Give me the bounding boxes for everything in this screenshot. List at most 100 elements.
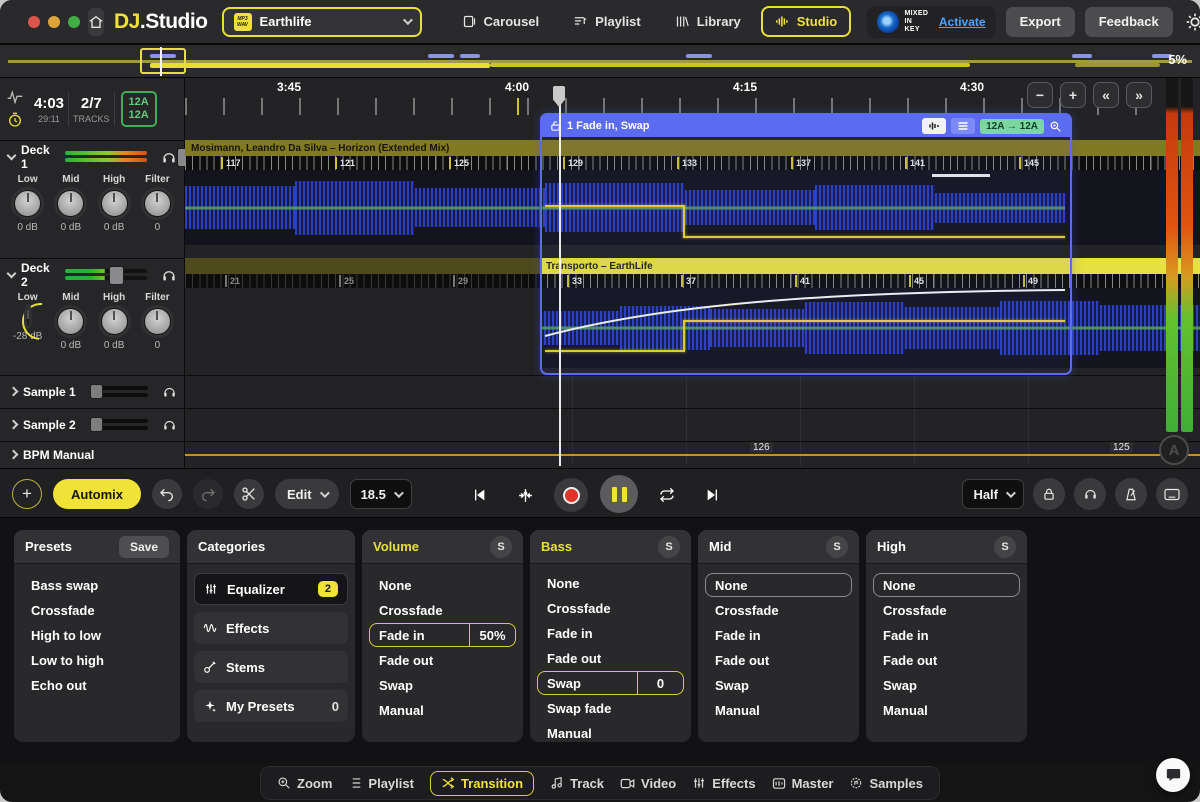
- sample2-fader-handle[interactable]: [90, 417, 103, 432]
- deck2-fader-handle[interactable]: [109, 265, 125, 285]
- high-option-selected[interactable]: None: [873, 573, 1020, 597]
- preset-item[interactable]: Bass swap: [21, 573, 173, 598]
- mid-option[interactable]: Fade out: [705, 648, 852, 672]
- bpm-row[interactable]: BPM Manual: [0, 441, 185, 468]
- mid-option[interactable]: Manual: [705, 698, 852, 722]
- high-option[interactable]: Manual: [873, 698, 1020, 722]
- undo-button[interactable]: [152, 479, 182, 509]
- preset-item[interactable]: Echo out: [21, 673, 173, 698]
- deck2-high-knob[interactable]: [100, 308, 128, 335]
- bass-option[interactable]: Fade out: [537, 646, 684, 670]
- transition-header[interactable]: 1 Fade in, Swap 12A → 12A: [542, 115, 1070, 137]
- monitor-button[interactable]: [1074, 478, 1106, 510]
- mid-option[interactable]: Crossfade: [705, 598, 852, 622]
- collapse-icon[interactable]: [6, 150, 17, 161]
- high-option[interactable]: Swap: [873, 673, 1020, 697]
- skip-end-button[interactable]: [696, 478, 730, 512]
- playhead[interactable]: [559, 86, 561, 466]
- preset-item[interactable]: High to low: [21, 623, 173, 648]
- tab-effects[interactable]: Effects: [692, 776, 756, 791]
- deck2-filter-knob[interactable]: [143, 308, 171, 335]
- magnifier-icon[interactable]: [1049, 120, 1062, 133]
- mid-option[interactable]: Fade in: [705, 623, 852, 647]
- high-option[interactable]: Fade in: [873, 623, 1020, 647]
- tab-playlist[interactable]: Playlist: [348, 776, 414, 791]
- preset-item[interactable]: Low to high: [21, 648, 173, 673]
- category-stems[interactable]: Stems: [194, 651, 348, 683]
- deck1-volume-meter[interactable]: [65, 147, 193, 167]
- sample1-row[interactable]: Sample 1: [0, 375, 185, 408]
- deck1-high-knob[interactable]: [100, 190, 128, 217]
- deck2-volume-meter[interactable]: [65, 265, 147, 285]
- headphones-icon[interactable]: [161, 268, 177, 283]
- category-my-presets[interactable]: My Presets 0: [194, 690, 348, 722]
- sample2-fader[interactable]: [90, 417, 148, 432]
- expand-icon[interactable]: [8, 419, 19, 430]
- overview-viewport[interactable]: [140, 48, 186, 74]
- headphones-icon[interactable]: [161, 150, 177, 165]
- bass-option[interactable]: Fade in: [537, 621, 684, 645]
- project-selector[interactable]: MP3 WAV Earthlife: [221, 6, 422, 37]
- tab-video[interactable]: Video: [620, 776, 676, 791]
- bass-solo-button[interactable]: S: [658, 535, 680, 558]
- zoom-in-button[interactable]: +: [1060, 82, 1086, 108]
- volume-option[interactable]: None: [369, 573, 516, 597]
- snap-playhead-button[interactable]: [508, 478, 542, 512]
- list-view-button[interactable]: [951, 118, 976, 134]
- minimize-window-button[interactable]: [48, 15, 60, 28]
- bass-option-selected[interactable]: Swap 0: [537, 671, 684, 695]
- shortcuts-button[interactable]: [1156, 478, 1188, 510]
- preset-item[interactable]: Crossfade: [21, 598, 173, 623]
- pause-button[interactable]: [600, 475, 638, 513]
- bass-option-value[interactable]: 0: [637, 672, 683, 694]
- tempo-selector[interactable]: 18.5: [349, 479, 412, 509]
- mid-option[interactable]: Swap: [705, 673, 852, 697]
- maximize-window-button[interactable]: [68, 15, 80, 28]
- time-ruler[interactable]: 3:45 4:00 4:15 4:30: [185, 78, 1150, 115]
- deck1-header[interactable]: Deck 1: [0, 143, 193, 171]
- transition-region[interactable]: 1 Fade in, Swap 12A → 12A: [540, 113, 1072, 375]
- redo-button[interactable]: [193, 479, 223, 509]
- deck1-filter-knob[interactable]: [143, 190, 171, 217]
- deck2-mid-knob[interactable]: [57, 308, 85, 335]
- lock-button[interactable]: [1033, 478, 1065, 510]
- automix-button[interactable]: Automix: [53, 479, 141, 509]
- bass-option[interactable]: Swap fade: [537, 696, 684, 720]
- metronome-button[interactable]: [1115, 478, 1147, 510]
- bass-option[interactable]: Manual: [537, 721, 684, 742]
- volume-option[interactable]: Swap: [369, 673, 516, 697]
- waveform-view-button[interactable]: [922, 118, 947, 134]
- chat-widget[interactable]: [1156, 758, 1190, 792]
- playback-speed-selector[interactable]: Half: [962, 479, 1024, 509]
- mid-solo-button[interactable]: S: [826, 535, 848, 558]
- bass-option[interactable]: None: [537, 571, 684, 595]
- nav-tab-library[interactable]: Library: [661, 6, 755, 37]
- nav-tab-studio[interactable]: Studio: [760, 6, 852, 37]
- zoom-out-button[interactable]: −: [1027, 82, 1053, 108]
- cut-button[interactable]: [234, 479, 264, 509]
- edit-menu-button[interactable]: Edit: [275, 479, 339, 509]
- tab-track[interactable]: Track: [550, 776, 604, 791]
- settings-button[interactable]: [1185, 12, 1200, 32]
- timeline[interactable]: 3:45 4:00 4:15 4:30 − + « » Mosimann, Le…: [185, 78, 1200, 468]
- forward-button[interactable]: »: [1126, 82, 1152, 108]
- add-button[interactable]: +: [12, 479, 42, 509]
- high-solo-button[interactable]: S: [994, 535, 1016, 558]
- bass-option[interactable]: Crossfade: [537, 596, 684, 620]
- export-button[interactable]: Export: [1005, 6, 1075, 37]
- sample1-fader-handle[interactable]: [90, 384, 103, 399]
- mid-option-selected[interactable]: None: [705, 573, 852, 597]
- nav-tab-playlist[interactable]: Playlist: [559, 6, 655, 37]
- tab-transition[interactable]: Transition: [429, 770, 535, 796]
- skip-start-button[interactable]: [462, 478, 496, 512]
- volume-solo-button[interactable]: S: [490, 535, 512, 558]
- headphones-icon[interactable]: [162, 385, 177, 399]
- volume-option[interactable]: Crossfade: [369, 598, 516, 622]
- category-equalizer[interactable]: Equalizer 2: [194, 573, 348, 605]
- rewind-button[interactable]: «: [1093, 82, 1119, 108]
- save-preset-button[interactable]: Save: [118, 535, 169, 558]
- expand-icon[interactable]: [8, 386, 19, 397]
- high-option[interactable]: Fade out: [873, 648, 1020, 672]
- close-window-button[interactable]: [28, 15, 40, 28]
- mix-overview-strip[interactable]: 5%: [0, 45, 1200, 78]
